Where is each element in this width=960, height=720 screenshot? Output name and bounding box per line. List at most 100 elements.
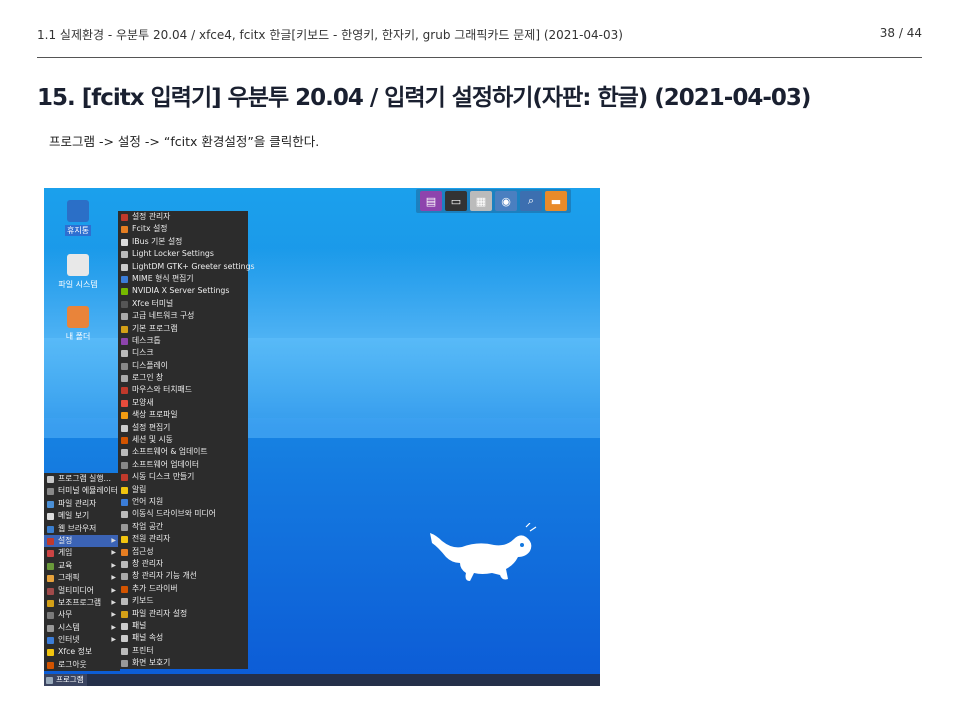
settings-menu-item[interactable]: 디스플레이 xyxy=(118,360,248,372)
menu-item-icon xyxy=(47,649,54,657)
settings-menu-item[interactable]: 작업 공간 xyxy=(118,521,248,533)
menu-item-label: MIME 형식 편집기 xyxy=(132,273,194,283)
menu-item-icon xyxy=(121,511,128,519)
settings-menu-item[interactable]: 소프트웨어 업데이터 xyxy=(118,459,248,471)
menu-item-label: 웹 브라우저 xyxy=(58,523,97,533)
settings-menu-item[interactable]: 접근성 xyxy=(118,546,248,558)
menu-item-label: 설정 편집기 xyxy=(132,422,171,432)
app-menu-item[interactable]: 인터넷 ▶ xyxy=(44,634,120,646)
settings-menu-item[interactable]: 전원 관리자 xyxy=(118,533,248,545)
browser-icon[interactable]: ◉ xyxy=(495,191,517,211)
settings-menu-item[interactable]: LightDM GTK+ Greeter settings xyxy=(118,261,255,273)
app-menu-item[interactable]: 그래픽 ▶ xyxy=(44,572,120,584)
settings-submenu: 설정 관리자 Fcitx 설정 IBus 기본 설정 Light Locker Set… xyxy=(118,211,255,670)
settings-menu-item[interactable]: 추가 드라이버 xyxy=(118,583,248,595)
desktop-icon-home[interactable]: 내 폴더 xyxy=(48,306,108,342)
app-menu-item[interactable]: 사무 ▶ xyxy=(44,609,120,621)
settings-menu-item[interactable]: 모양새 xyxy=(118,397,248,409)
settings-menu-item[interactable]: 디스크 xyxy=(118,347,248,359)
menu-icon xyxy=(46,677,53,684)
settings-menu-item[interactable]: 패널 속성 xyxy=(118,632,248,644)
settings-menu-item[interactable]: 알림 xyxy=(118,484,248,496)
app-icon[interactable]: ▤ xyxy=(420,191,442,211)
menu-item-label: 시스템 xyxy=(58,622,80,632)
menu-item-icon xyxy=(121,337,128,345)
app-menu-item[interactable]: 교육 ▶ xyxy=(44,560,120,572)
settings-menu-item[interactable]: NVIDIA X Server Settings xyxy=(118,285,248,297)
menu-item-label: 데스크톱 xyxy=(132,335,161,345)
menu-item-label: 이동식 드라이브와 미디어 xyxy=(132,509,216,519)
menu-item-label: 파일 관리자 xyxy=(58,498,97,508)
menu-item-label: 마우스와 터치패드 xyxy=(132,385,192,395)
menu-item-icon xyxy=(121,399,128,407)
app-menu-item[interactable]: 웹 브라우저 xyxy=(44,523,120,535)
settings-menu-item[interactable]: 창 관리자 기능 개선 xyxy=(118,570,248,582)
settings-menu-item[interactable]: 이동식 드라이브와 미디어 xyxy=(118,508,248,520)
app-menu-item[interactable]: 설정 ▶ xyxy=(44,534,120,548)
menu-item-icon xyxy=(121,573,128,581)
settings-menu-item[interactable]: 마우스와 터치패드 xyxy=(118,384,248,396)
menu-item-label: 전원 관리자 xyxy=(132,534,171,544)
settings-menu-item[interactable]: 고급 네트워크 구성 xyxy=(118,310,248,322)
menu-item-icon xyxy=(121,536,128,544)
desktop-icon-trash[interactable]: 휴지통 xyxy=(48,200,108,236)
desktop-icon-filesystem[interactable]: 파일 시스템 xyxy=(48,254,108,290)
settings-menu-item[interactable]: 세션 및 시동 xyxy=(118,434,248,446)
menu-item-icon xyxy=(121,325,128,333)
settings-menu-item[interactable]: Xfce 터미널 xyxy=(118,298,248,310)
applications-menu-button[interactable]: 프로그램 xyxy=(44,674,87,686)
menu-item-label: LightDM GTK+ Greeter settings xyxy=(132,261,255,271)
settings-menu-item[interactable]: MIME 형식 편집기 xyxy=(118,273,248,285)
app-menu-item[interactable]: 멀티미디어 ▶ xyxy=(44,585,120,597)
settings-menu-item[interactable]: 시동 디스크 만들기 xyxy=(118,471,248,483)
menu-item-icon xyxy=(47,537,54,545)
app-menu-item[interactable]: 메일 보기 xyxy=(44,510,120,522)
settings-menu-item[interactable]: 데스크톱 xyxy=(118,335,248,347)
settings-menu-item[interactable]: 파일 관리자 설정 xyxy=(118,608,248,620)
menu-item-label: 시동 디스크 만들기 xyxy=(132,472,195,482)
app-menu-item[interactable]: 시스템 ▶ xyxy=(44,622,120,634)
submenu-arrow-icon: ▶ xyxy=(111,536,116,544)
settings-menu-item[interactable]: 프린터 xyxy=(118,645,248,657)
submenu-arrow-icon: ▶ xyxy=(111,598,116,606)
settings-menu-item[interactable]: 소프트웨어 & 업데이트 xyxy=(118,446,248,458)
menu-item-icon xyxy=(121,486,128,494)
menu-item-icon xyxy=(121,523,128,531)
settings-menu-item[interactable]: 키보드 xyxy=(118,595,248,607)
settings-menu-item[interactable]: 설정 편집기 xyxy=(118,422,248,434)
app-menu-item[interactable]: 로그아웃 xyxy=(44,659,120,671)
folder-icon[interactable]: ▬ xyxy=(545,191,567,211)
menu-item-icon xyxy=(121,288,128,296)
settings-menu-item[interactable]: Fcitx 설정 xyxy=(118,223,248,235)
menu-item-label: 알림 xyxy=(132,484,147,494)
settings-menu-item[interactable]: 기본 프로그램 xyxy=(118,323,248,335)
menu-item-icon xyxy=(121,461,128,469)
menu-item-icon xyxy=(47,488,54,496)
app-menu-item[interactable]: 보조프로그램 ▶ xyxy=(44,597,120,609)
settings-menu-item[interactable]: IBus 기본 설정 xyxy=(118,236,248,248)
files-icon[interactable]: ▦ xyxy=(470,191,492,211)
settings-menu-item[interactable]: 창 관리자 xyxy=(118,558,248,570)
terminal-icon[interactable]: ▭ xyxy=(445,191,467,211)
menu-item-icon xyxy=(121,214,128,221)
settings-menu-item[interactable]: 설정 관리자 xyxy=(118,211,248,223)
app-menu-item[interactable]: 게임 ▶ xyxy=(44,547,120,559)
menu-item-icon xyxy=(47,476,54,483)
search-icon[interactable]: ⌕ xyxy=(520,191,542,211)
menu-item-icon xyxy=(121,275,128,283)
submenu-arrow-icon: ▶ xyxy=(111,574,116,582)
app-menu-item[interactable]: Xfce 정보 xyxy=(44,646,120,658)
settings-menu-item[interactable]: 패널 xyxy=(118,620,248,632)
settings-menu-item[interactable]: 언어 지원 xyxy=(118,496,248,508)
settings-menu-item[interactable]: Light Locker Settings xyxy=(118,248,248,260)
app-menu-item[interactable]: 터미널 에뮬레이터 xyxy=(44,485,120,497)
app-menu-item[interactable]: 파일 관리자 xyxy=(44,498,120,510)
app-menu-item[interactable]: 프로그램 실행... xyxy=(44,473,120,485)
taskbar-button-label: 프로그램 xyxy=(56,675,84,684)
menu-item-icon xyxy=(121,362,128,370)
settings-menu-item[interactable]: 로그인 창 xyxy=(118,372,248,384)
menu-item-icon xyxy=(121,263,128,271)
instruction-text: 프로그램 -> 설정 -> “fcitx 환경설정”을 클릭한다. xyxy=(49,134,320,149)
settings-menu-item[interactable]: 색상 프로파일 xyxy=(118,409,248,421)
settings-menu-item[interactable]: 화면 보호기 xyxy=(118,657,248,669)
